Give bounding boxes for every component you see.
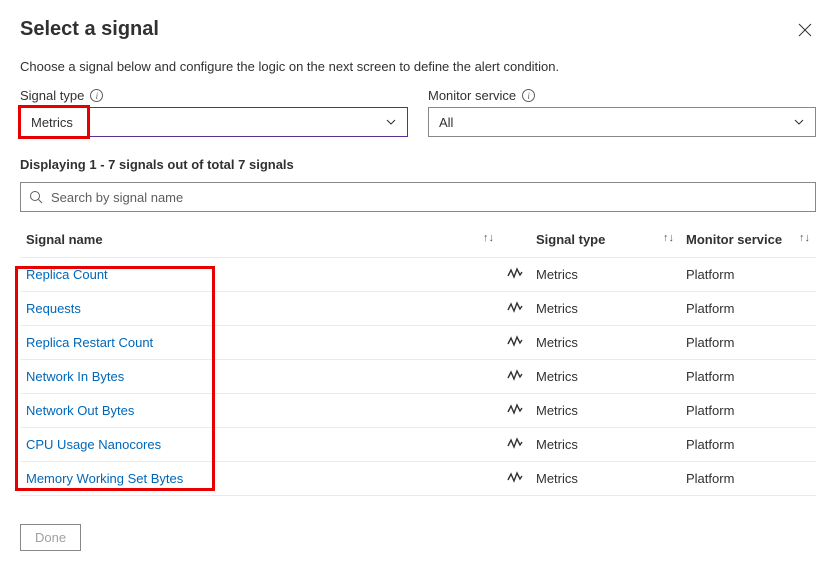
info-icon[interactable]: i	[90, 89, 103, 102]
monitor-service-cell: Platform	[680, 292, 816, 326]
metric-icon	[507, 267, 523, 279]
col-header-name-text: Signal name	[26, 232, 103, 247]
chevron-down-icon	[793, 116, 805, 128]
signal-link[interactable]: Replica Restart Count	[26, 335, 153, 350]
info-icon[interactable]: i	[522, 89, 535, 102]
signal-type-cell: Metrics	[530, 428, 680, 462]
monitor-service-cell: Platform	[680, 258, 816, 292]
table-row: Memory Working Set Bytes MetricsPlatform	[20, 462, 816, 496]
table-row: Network In Bytes MetricsPlatform	[20, 360, 816, 394]
metric-icon	[507, 335, 523, 347]
metric-icon	[507, 403, 523, 415]
monitor-service-select[interactable]: All	[428, 107, 816, 137]
col-header-name[interactable]: Signal name ↑↓	[20, 224, 500, 258]
signal-type-cell: Metrics	[530, 292, 680, 326]
done-button[interactable]: Done	[20, 524, 81, 551]
monitor-service-value: All	[439, 115, 453, 130]
signals-table: Signal name ↑↓ Signal type ↑↓ Monitor se…	[20, 224, 816, 496]
signal-link[interactable]: Network In Bytes	[26, 369, 124, 384]
page-title: Select a signal	[20, 18, 159, 41]
metric-icon	[507, 301, 523, 313]
signal-link[interactable]: Memory Working Set Bytes	[26, 471, 183, 486]
monitor-service-cell: Platform	[680, 462, 816, 496]
page-subtitle: Choose a signal below and configure the …	[20, 59, 816, 74]
signal-link[interactable]: Network Out Bytes	[26, 403, 134, 418]
signal-type-label: Signal type i	[20, 88, 408, 103]
signal-type-cell: Metrics	[530, 462, 680, 496]
search-icon	[29, 190, 43, 204]
metric-icon	[507, 471, 523, 483]
metric-icon	[507, 369, 523, 381]
sort-icon: ↑↓	[799, 232, 810, 244]
chevron-down-icon	[385, 116, 397, 128]
signal-type-select[interactable]: Metrics	[20, 107, 408, 137]
result-count: Displaying 1 - 7 signals out of total 7 …	[20, 157, 816, 172]
col-header-icon	[500, 224, 530, 258]
table-row: Replica Count MetricsPlatform	[20, 258, 816, 292]
signal-type-label-text: Signal type	[20, 88, 84, 103]
signal-type-cell: Metrics	[530, 258, 680, 292]
close-button[interactable]	[794, 19, 816, 41]
signal-type-cell: Metrics	[530, 394, 680, 428]
signal-link[interactable]: Requests	[26, 301, 81, 316]
metric-icon	[507, 437, 523, 449]
monitor-service-cell: Platform	[680, 428, 816, 462]
col-header-service-text: Monitor service	[686, 232, 782, 247]
search-input[interactable]	[49, 189, 807, 206]
monitor-service-label: Monitor service i	[428, 88, 816, 103]
table-row: Requests MetricsPlatform	[20, 292, 816, 326]
signal-link[interactable]: CPU Usage Nanocores	[26, 437, 161, 452]
monitor-service-cell: Platform	[680, 394, 816, 428]
search-box[interactable]	[20, 182, 816, 212]
col-header-service[interactable]: Monitor service ↑↓	[680, 224, 816, 258]
monitor-service-label-text: Monitor service	[428, 88, 516, 103]
monitor-service-cell: Platform	[680, 360, 816, 394]
signal-type-value: Metrics	[31, 115, 73, 130]
col-header-type[interactable]: Signal type ↑↓	[530, 224, 680, 258]
sort-icon: ↑↓	[483, 232, 494, 244]
table-row: CPU Usage Nanocores MetricsPlatform	[20, 428, 816, 462]
monitor-service-cell: Platform	[680, 326, 816, 360]
signal-type-cell: Metrics	[530, 326, 680, 360]
sort-icon: ↑↓	[663, 232, 674, 244]
signal-link[interactable]: Replica Count	[26, 267, 108, 282]
col-header-type-text: Signal type	[536, 232, 605, 247]
table-row: Network Out Bytes MetricsPlatform	[20, 394, 816, 428]
table-row: Replica Restart Count MetricsPlatform	[20, 326, 816, 360]
close-icon	[798, 23, 812, 37]
signal-type-cell: Metrics	[530, 360, 680, 394]
